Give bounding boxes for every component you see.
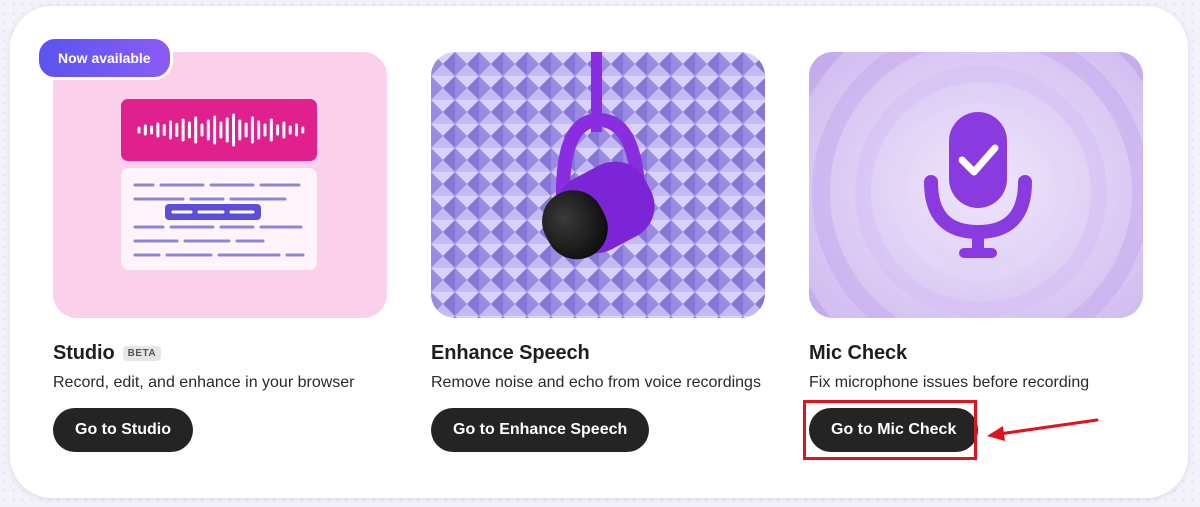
mic-check-description: Fix microphone issues before recording — [809, 374, 1090, 391]
highlight-box — [803, 400, 977, 460]
mic-check-card: Mic Check Fix microphone issues before r… — [809, 52, 1143, 452]
now-available-badge: Now available — [36, 36, 173, 80]
studio-illustration — [53, 52, 387, 318]
studio-card: Studio BETA Record, edit, and enhance in… — [53, 52, 387, 452]
enhance-speech-illustration — [431, 52, 765, 318]
go-to-enhance-speech-button[interactable]: Go to Enhance Speech — [431, 408, 650, 452]
beta-tag: BETA — [122, 345, 162, 361]
mic-check-illustration — [809, 52, 1143, 318]
studio-title: Studio — [53, 341, 115, 364]
mic-check-title: Mic Check — [809, 341, 908, 364]
studio-description: Record, edit, and enhance in your browse… — [53, 374, 355, 391]
red-arrow-icon — [987, 418, 1099, 441]
enhance-speech-description: Remove noise and echo from voice recordi… — [431, 374, 761, 391]
go-to-studio-button[interactable]: Go to Studio — [53, 408, 193, 452]
enhance-speech-card: Enhance Speech Remove noise and echo fro… — [431, 52, 765, 452]
enhance-speech-title: Enhance Speech — [431, 341, 590, 364]
